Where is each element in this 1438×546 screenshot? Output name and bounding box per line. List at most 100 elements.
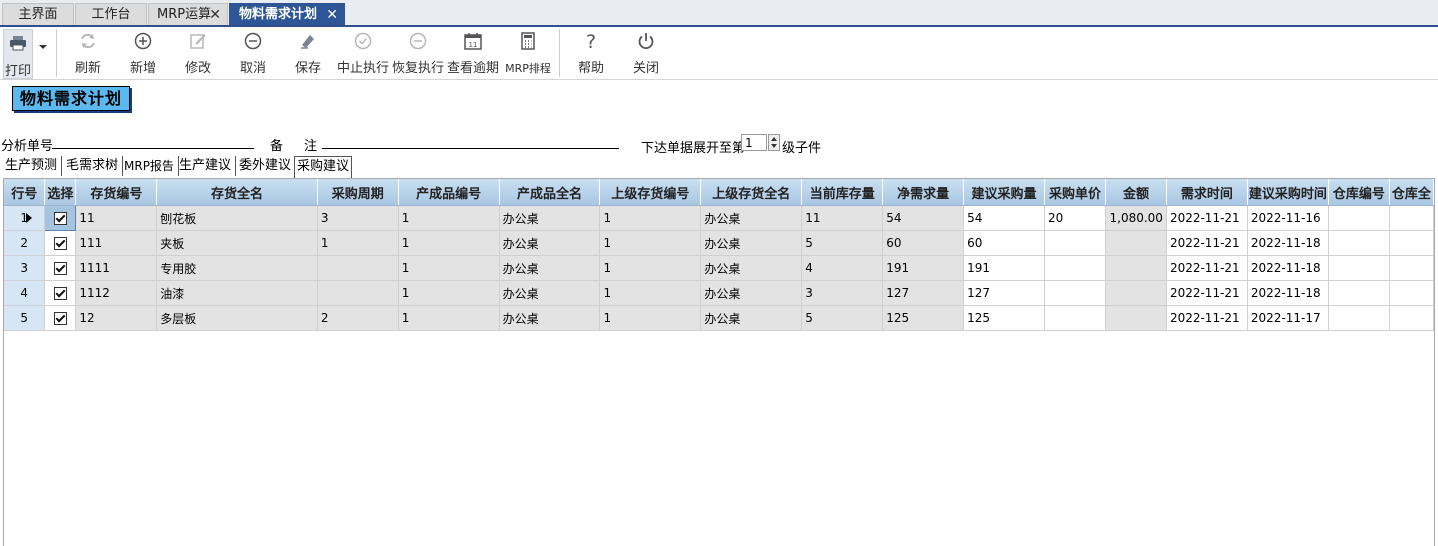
help-button[interactable]: ? 帮助: [565, 27, 617, 79]
select-checkbox[interactable]: [53, 211, 67, 225]
cell-price[interactable]: [1044, 305, 1106, 331]
column-header[interactable]: 仓库全: [1389, 179, 1434, 206]
cell-stock[interactable]: 5: [801, 230, 884, 256]
edit-button[interactable]: 修改: [172, 27, 224, 79]
mrp-schedule-button[interactable]: MRP排程: [502, 27, 554, 79]
refresh-button[interactable]: 刷新: [62, 27, 114, 79]
cell-parent-code[interactable]: 1: [599, 230, 702, 256]
cell-price[interactable]: [1044, 255, 1106, 281]
cell-net[interactable]: 54: [882, 205, 965, 231]
cell-cycle[interactable]: [317, 255, 399, 281]
select-checkbox[interactable]: [53, 286, 67, 300]
cell-prod-name[interactable]: 办公桌: [499, 305, 601, 331]
cell-prod-code[interactable]: 1: [398, 305, 500, 331]
select-checkbox[interactable]: [53, 261, 67, 275]
cell-parent-name[interactable]: 办公桌: [700, 280, 803, 306]
tab-workbench[interactable]: 工作台: [75, 3, 147, 25]
cell-wh-code[interactable]: [1328, 280, 1390, 306]
column-header[interactable]: 行号: [4, 179, 46, 206]
expand-level-input[interactable]: 1: [741, 134, 767, 151]
subtab-production-suggestion[interactable]: 生产建议: [179, 156, 237, 176]
cell-net[interactable]: 191: [882, 255, 965, 281]
remark-input[interactable]: [322, 148, 619, 149]
expand-level-stepper[interactable]: [768, 134, 780, 151]
print-dropdown-button[interactable]: [35, 27, 51, 79]
cell-buy-date[interactable]: 2022-11-18: [1247, 255, 1329, 281]
cell-need-date[interactable]: 2022-11-21: [1166, 305, 1248, 331]
cell-stock[interactable]: 3: [801, 280, 884, 306]
cell-wh-code[interactable]: [1328, 230, 1390, 256]
cell-name[interactable]: 多层板: [156, 305, 318, 331]
cell-code[interactable]: 111: [75, 230, 158, 256]
subtab-gross-demand-tree[interactable]: 毛需求树: [66, 156, 124, 176]
tab-main[interactable]: 主界面: [2, 3, 74, 25]
cell-need-date[interactable]: 2022-11-21: [1166, 205, 1248, 231]
select-cell[interactable]: [44, 255, 77, 281]
cell-prod-name[interactable]: 办公桌: [499, 280, 601, 306]
view-overdue-button[interactable]: 11 查看逾期: [446, 27, 500, 79]
add-button[interactable]: 新增: [117, 27, 169, 79]
cell-name[interactable]: 刨花板: [156, 205, 318, 231]
table-row[interactable]: 4 1112 油漆 1 办公桌 1 办公桌 3 127 127 2022-11-…: [4, 280, 1434, 306]
print-button[interactable]: 打印: [3, 29, 33, 79]
cell-amount[interactable]: [1105, 280, 1167, 306]
cell-prod-name[interactable]: 办公桌: [499, 255, 601, 281]
close-icon[interactable]: ✕: [326, 4, 338, 26]
cell-code[interactable]: 1112: [75, 280, 158, 306]
column-header[interactable]: 净需求量: [882, 179, 965, 206]
cell-parent-name[interactable]: 办公桌: [700, 205, 803, 231]
cell-suggest[interactable]: 54: [963, 205, 1045, 231]
row-number-cell[interactable]: 5: [4, 305, 46, 331]
cell-prod-code[interactable]: 1: [398, 205, 500, 231]
resume-button[interactable]: 恢复执行: [391, 27, 445, 79]
cell-prod-name[interactable]: 办公桌: [499, 230, 601, 256]
tab-material-plan[interactable]: 物料需求计划 ✕: [229, 3, 345, 25]
table-row[interactable]: 1 11 刨花板 3 1 办公桌 1 办公桌 11 54 54 20 1,080…: [4, 205, 1434, 231]
row-number-cell[interactable]: 3: [4, 255, 46, 281]
cell-price[interactable]: [1044, 230, 1106, 256]
column-header[interactable]: 存货编号: [75, 179, 158, 206]
cell-amount[interactable]: [1105, 305, 1167, 331]
cell-price[interactable]: 20: [1044, 205, 1106, 231]
cell-cycle[interactable]: 2: [317, 305, 399, 331]
cell-parent-name[interactable]: 办公桌: [700, 255, 803, 281]
cell-wh-code[interactable]: [1328, 255, 1390, 281]
cell-parent-code[interactable]: 1: [599, 205, 702, 231]
cell-cycle[interactable]: 3: [317, 205, 399, 231]
cell-net[interactable]: 127: [882, 280, 965, 306]
cell-name[interactable]: 油漆: [156, 280, 318, 306]
cell-price[interactable]: [1044, 280, 1106, 306]
column-header[interactable]: 产成品全名: [499, 179, 601, 206]
column-header[interactable]: 建议采购时间: [1247, 179, 1329, 206]
cell-suggest[interactable]: 60: [963, 230, 1045, 256]
cell-stock[interactable]: 11: [801, 205, 884, 231]
column-header[interactable]: 存货全名: [156, 179, 318, 206]
cell-prod-name[interactable]: 办公桌: [499, 205, 601, 231]
select-cell[interactable]: [44, 280, 77, 306]
tab-mrp-calc[interactable]: MRP运算 ✕: [148, 3, 228, 25]
cell-net[interactable]: 60: [882, 230, 965, 256]
column-header[interactable]: 采购周期: [317, 179, 399, 206]
subtab-purchase-suggestion[interactable]: 采购建议: [294, 156, 353, 178]
cell-wh-name[interactable]: [1389, 230, 1434, 256]
select-cell[interactable]: [44, 230, 77, 256]
cell-parent-code[interactable]: 1: [599, 280, 702, 306]
close-button[interactable]: 关闭: [620, 27, 672, 79]
cell-parent-code[interactable]: 1: [599, 255, 702, 281]
close-icon[interactable]: ✕: [209, 4, 221, 26]
save-button[interactable]: 保存: [282, 27, 334, 79]
select-cell[interactable]: [44, 305, 77, 331]
subtab-mrp-report[interactable]: MRP报告: [124, 156, 179, 176]
cell-wh-name[interactable]: [1389, 280, 1434, 306]
row-number-cell[interactable]: 2: [4, 230, 46, 256]
column-header[interactable]: 产成品编号: [398, 179, 500, 206]
cell-amount[interactable]: 1,080.00: [1105, 205, 1167, 231]
cell-buy-date[interactable]: 2022-11-18: [1247, 230, 1329, 256]
cell-parent-name[interactable]: 办公桌: [700, 230, 803, 256]
column-header[interactable]: 建议采购量: [963, 179, 1045, 206]
cell-amount[interactable]: [1105, 230, 1167, 256]
cell-buy-date[interactable]: 2022-11-17: [1247, 305, 1329, 331]
cell-stock[interactable]: 4: [801, 255, 884, 281]
cell-wh-code[interactable]: [1328, 305, 1390, 331]
cell-amount[interactable]: [1105, 255, 1167, 281]
